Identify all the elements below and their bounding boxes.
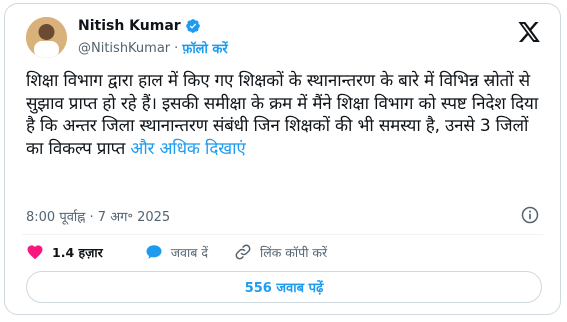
action-bar: 1.4 हज़ार जवाब दें लिंक कॉपी करें xyxy=(26,243,327,261)
divider xyxy=(22,234,543,235)
read-replies-button[interactable]: 556 जवाब पढ़ें xyxy=(26,271,542,303)
info-icon[interactable] xyxy=(520,205,540,225)
reply-button[interactable]: जवाब दें xyxy=(145,243,208,261)
reply-label: जवाब दें xyxy=(170,244,208,260)
reply-bubble-icon xyxy=(146,245,162,259)
link-icon xyxy=(235,244,251,260)
author-name[interactable]: Nitish Kumar xyxy=(78,18,181,34)
heart-icon xyxy=(27,245,43,260)
avatar[interactable] xyxy=(26,17,67,58)
verified-badge-icon xyxy=(185,19,200,33)
handle-row: @NitishKumar · फ़ॉलो करें xyxy=(78,39,228,58)
tweet-body: शिक्षा विभाग द्वारा हाल में किए गए शिक्ष… xyxy=(26,71,539,159)
like-count: 1.4 हज़ार xyxy=(52,244,103,260)
follow-button[interactable]: फ़ॉलो करें xyxy=(182,39,227,57)
embedded-tweet-card: Nitish Kumar @NitishKumar · फ़ॉलो करें श… xyxy=(4,3,561,315)
like-button[interactable]: 1.4 हज़ार xyxy=(26,243,103,261)
author-handle[interactable]: @NitishKumar xyxy=(78,41,170,56)
author-name-row: Nitish Kumar xyxy=(78,17,201,35)
show-more-link[interactable]: और अधिक दिखाएं xyxy=(130,139,245,159)
read-replies-label: 556 जवाब पढ़ें xyxy=(244,281,324,296)
separator-dot: · xyxy=(174,40,179,56)
tweet-timestamp[interactable]: 8:00 पूर्वाह्न · 7 अग॰ 2025 xyxy=(26,207,170,225)
x-logo-icon[interactable] xyxy=(518,22,540,42)
tweet-text: शिक्षा विभाग द्वारा हाल में किए गए शिक्ष… xyxy=(26,70,546,160)
copy-link-button[interactable]: लिंक कॉपी करें xyxy=(234,243,327,261)
copy-link-label: लिंक कॉपी करें xyxy=(259,244,328,260)
